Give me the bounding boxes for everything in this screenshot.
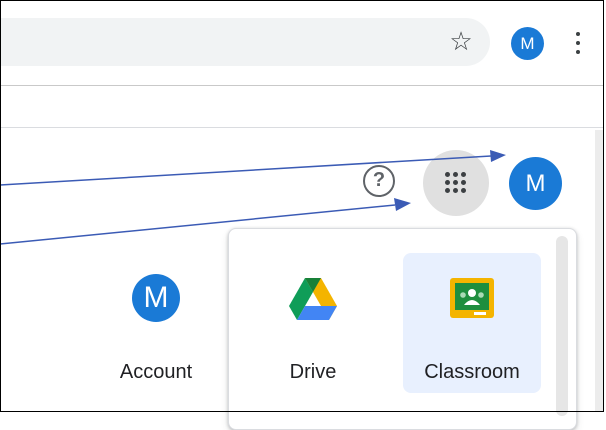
app-tile-label: Classroom xyxy=(424,361,520,383)
app-tile-label: Account xyxy=(119,361,193,383)
app-tile-drive[interactable]: Drive xyxy=(244,253,382,393)
bookmark-star-icon[interactable]: ☆ xyxy=(446,27,476,57)
account-avatar-icon: M xyxy=(132,274,180,322)
toolbar-divider xyxy=(0,85,604,86)
app-tile-account[interactable]: M Account xyxy=(87,253,225,393)
drive-icon xyxy=(289,274,337,322)
profile-avatar[interactable]: M xyxy=(511,27,544,60)
account-avatar-button[interactable]: M xyxy=(509,157,562,210)
app-tile-label: Drive xyxy=(289,361,337,383)
address-bar[interactable] xyxy=(0,18,490,66)
apps-panel-scrollbar[interactable] xyxy=(556,236,568,416)
classroom-icon xyxy=(448,274,496,322)
kebab-menu-icon[interactable] xyxy=(570,28,586,58)
page-scrollbar[interactable] xyxy=(595,130,603,412)
help-icon[interactable]: ? xyxy=(363,165,395,197)
app-tile-classroom[interactable]: Classroom xyxy=(403,253,541,393)
google-apps-button[interactable] xyxy=(423,150,489,216)
page-header-divider xyxy=(0,127,604,128)
